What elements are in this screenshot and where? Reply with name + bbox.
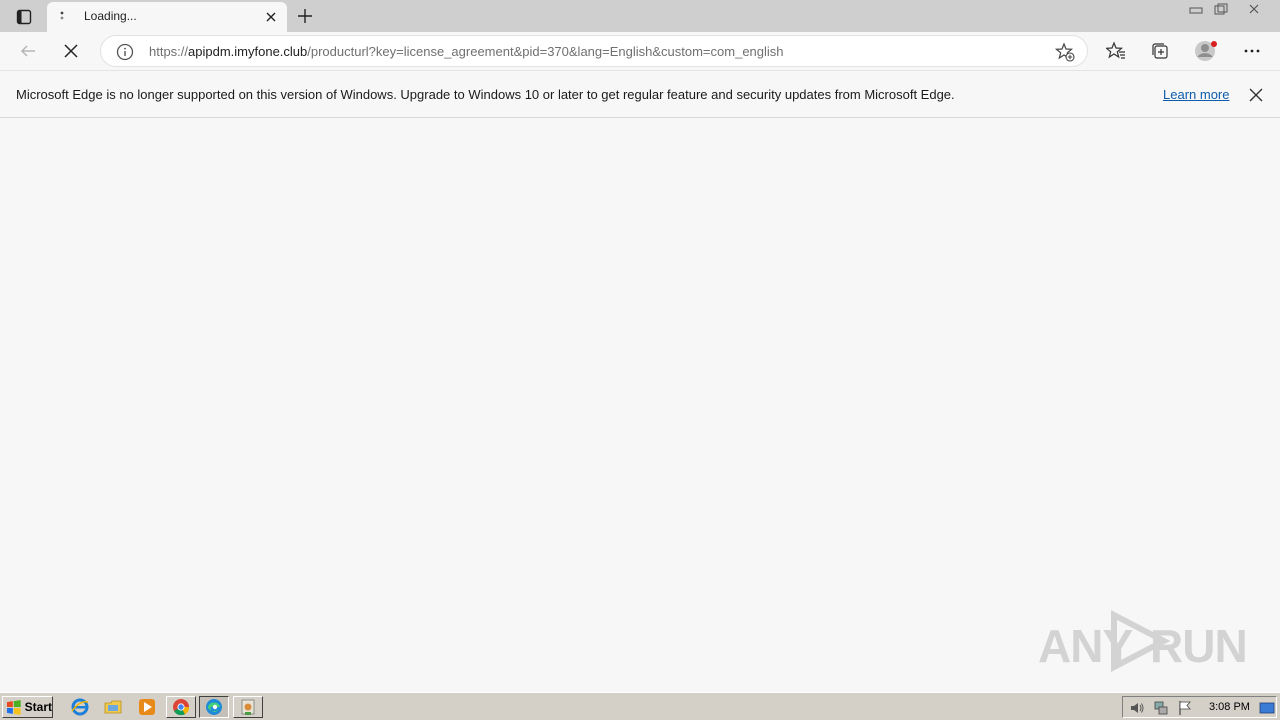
close-icon [1249, 4, 1259, 14]
volume-icon[interactable] [1129, 700, 1145, 716]
favorites-icon [1106, 41, 1125, 59]
url-host: apipdm.imyfone.club [188, 44, 308, 59]
collections-button[interactable] [1145, 36, 1175, 66]
app-icon [241, 699, 255, 715]
stop-icon [64, 44, 78, 58]
url-scheme: https:// [149, 44, 189, 59]
tab-actions-icon [16, 9, 32, 25]
learn-more-link[interactable]: Learn more [1163, 87, 1229, 102]
profile-button[interactable] [1191, 36, 1221, 66]
windows-logo-icon [6, 699, 21, 715]
profile-avatar [1195, 41, 1217, 61]
close-icon[interactable] [1247, 86, 1265, 104]
tab-title: Loading... [84, 9, 137, 23]
restore-icon [1214, 3, 1228, 15]
collections-icon [1152, 43, 1168, 59]
edge-icon [206, 699, 222, 715]
browser-tab[interactable]: Loading... [47, 2, 287, 32]
start-label: Start [24, 700, 52, 714]
explorer-folder-icon[interactable] [104, 698, 122, 716]
window-close-button[interactable] [1242, 0, 1266, 18]
taskbar-chrome[interactable] [166, 696, 196, 718]
plus-icon [298, 9, 312, 23]
info-icon[interactable] [116, 43, 134, 61]
taskbar-edge[interactable] [199, 696, 229, 718]
tab-strip: Loading... [0, 0, 1280, 32]
favorites-button[interactable] [1101, 36, 1131, 66]
loading-spinner-icon [56, 10, 68, 24]
ie-icon[interactable] [71, 698, 89, 716]
address-bar[interactable]: https://apipdm.imyfone.club/producturl?k… [100, 35, 1088, 67]
url-text[interactable]: https://apipdm.imyfone.club/producturl?k… [149, 44, 784, 59]
minimize-button[interactable] [1184, 0, 1208, 18]
start-button[interactable]: Start [2, 696, 53, 718]
anyrun-watermark: ANY RUN [1038, 605, 1248, 675]
more-menu-icon [1244, 49, 1260, 53]
back-arrow-icon [20, 45, 35, 57]
restore-button[interactable] [1209, 0, 1233, 18]
clock[interactable]: 3:08 PM [1209, 701, 1250, 713]
back-button[interactable] [13, 36, 43, 66]
stop-loading-button[interactable] [56, 36, 86, 66]
windows-taskbar: Start 3:08 PM [0, 692, 1280, 720]
browser-toolbar: https://apipdm.imyfone.club/producturl?k… [0, 32, 1280, 70]
tab-close-button[interactable] [263, 9, 279, 25]
media-player-icon[interactable] [138, 698, 156, 716]
minimize-icon [1189, 7, 1203, 14]
watermark-right: RUN [1150, 620, 1248, 672]
system-tray: 3:08 PM [1122, 696, 1277, 718]
url-path: /producturl?key=license_agreement&pid=37… [307, 44, 784, 59]
taskbar-app[interactable] [233, 696, 263, 718]
flag-icon[interactable] [1177, 700, 1193, 716]
infobar-message: Microsoft Edge is no longer supported on… [16, 87, 955, 102]
close-icon [266, 12, 276, 22]
unsupported-os-infobar: Microsoft Edge is no longer supported on… [0, 70, 1280, 118]
chrome-icon [173, 699, 190, 716]
show-desktop-icon[interactable] [1259, 700, 1275, 716]
new-tab-button[interactable] [294, 5, 316, 27]
more-menu-button[interactable] [1237, 36, 1267, 66]
add-favorite-icon[interactable] [1055, 42, 1075, 62]
network-icon[interactable] [1153, 700, 1169, 716]
tab-actions-button[interactable] [10, 6, 38, 28]
